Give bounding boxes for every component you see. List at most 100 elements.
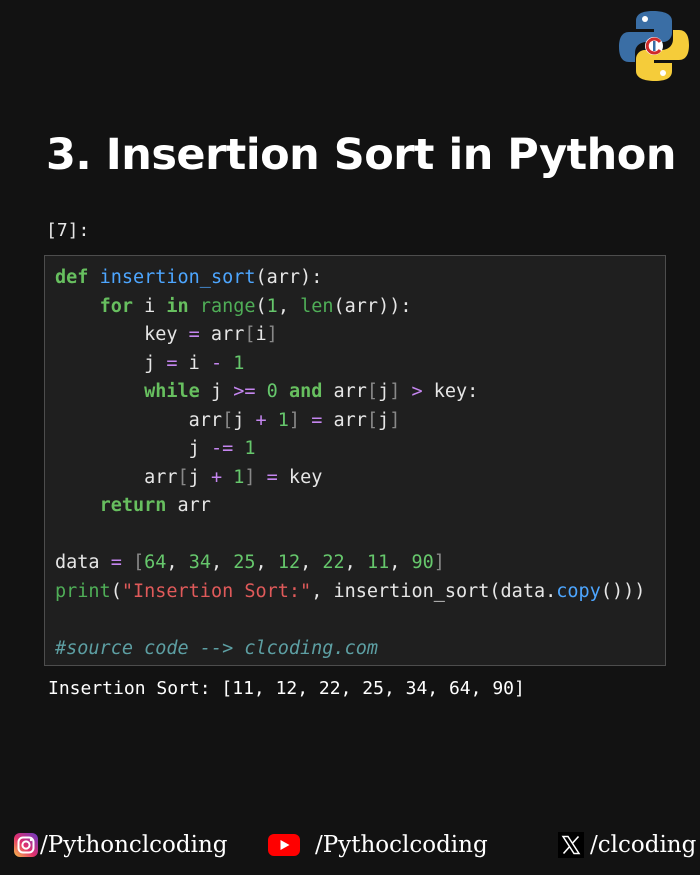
code-token: insertion_sort xyxy=(99,267,256,288)
code-token: = xyxy=(266,466,278,488)
code-token: , xyxy=(389,552,412,573)
code-token: [ xyxy=(222,409,234,431)
footer-x[interactable]: /clcoding xyxy=(558,830,696,860)
code-token: return xyxy=(99,495,167,516)
code-token: [ xyxy=(366,381,379,402)
x-handle: /clcoding xyxy=(590,832,697,858)
code-token: j xyxy=(199,381,234,402)
code-token: = xyxy=(166,352,178,374)
code-token: 1 xyxy=(277,409,289,431)
code-token: 1 xyxy=(244,438,256,459)
code-line: return arr xyxy=(55,492,645,521)
code-token: 0 xyxy=(266,381,278,402)
code-token: >= xyxy=(233,381,256,402)
code-token: j xyxy=(233,409,256,431)
code-token: data xyxy=(55,552,111,573)
code-line: arr[j + 1] = arr[j] xyxy=(55,407,645,436)
code-token: (arr)): xyxy=(333,295,412,317)
code-token: arr xyxy=(322,381,367,402)
instagram-handle: /Pythonclcoding xyxy=(40,832,228,858)
code-token: arr xyxy=(166,495,211,516)
code-token: ] xyxy=(389,409,401,431)
python-clcoding-logo-icon xyxy=(617,9,691,83)
code-token: i xyxy=(255,324,267,345)
code-token: , xyxy=(210,552,234,573)
code-token: i xyxy=(132,295,167,317)
code-token: in xyxy=(166,295,189,317)
code-token: j xyxy=(55,438,211,459)
code-token: i xyxy=(177,352,211,374)
page-title: 3. Insertion Sort in Python xyxy=(46,130,676,180)
instagram-icon xyxy=(14,833,38,857)
code-token: "Insertion Sort:" xyxy=(121,580,312,602)
code-token: + xyxy=(255,409,267,431)
code-token: ( xyxy=(110,580,122,602)
code-token: 1 xyxy=(233,352,245,374)
code-token: print xyxy=(55,580,111,602)
code-token: arr xyxy=(199,324,245,345)
code-line: for i in range(1, len(arr)): xyxy=(55,293,645,322)
code-block: def insertion_sort(arr): for i in range(… xyxy=(55,264,645,663)
code-line: key = arr[i] xyxy=(55,321,645,350)
code-token: ] xyxy=(288,409,301,431)
code-token: 34 xyxy=(188,552,211,573)
code-token: 1 xyxy=(266,295,278,317)
code-token: copy xyxy=(556,580,601,602)
code-token: = xyxy=(311,409,323,431)
code-token: , xyxy=(344,552,367,573)
code-token: [ xyxy=(366,409,379,431)
code-token: arr xyxy=(55,409,223,431)
code-line: data = [64, 34, 25, 12, 22, 11, 90] xyxy=(55,549,645,578)
code-token: + xyxy=(210,466,223,488)
code-token: key: xyxy=(422,381,479,402)
code-line: #source code --> clcoding.com xyxy=(55,635,645,664)
code-token: [ xyxy=(244,324,256,345)
code-token: ] xyxy=(389,381,401,402)
youtube-icon xyxy=(268,834,300,856)
code-line: while j >= 0 and arr[j] > key: xyxy=(55,378,645,407)
code-token: - xyxy=(210,352,223,374)
code-token: , insertion_sort(data. xyxy=(311,580,557,602)
code-token: while xyxy=(144,381,200,402)
code-token: ] xyxy=(433,552,445,573)
code-token: j xyxy=(378,381,390,402)
code-token: and xyxy=(288,381,323,402)
code-token: key xyxy=(277,466,323,488)
code-line: arr[j + 1] = key xyxy=(55,464,645,493)
code-token: 64 xyxy=(144,552,167,573)
code-token: arr xyxy=(55,466,178,488)
code-token: , xyxy=(277,295,301,317)
code-token: #source code --> clcoding.com xyxy=(55,637,379,659)
cell-output: Insertion Sort: [11, 12, 22, 25, 34, 64,… xyxy=(48,678,525,699)
code-token: 90 xyxy=(411,552,434,573)
code-token: key xyxy=(55,324,189,345)
code-token: = xyxy=(110,552,122,573)
code-token: j xyxy=(188,466,211,488)
code-token: def xyxy=(55,267,89,288)
code-token: > xyxy=(411,381,423,402)
code-line: print("Insertion Sort:", insertion_sort(… xyxy=(55,578,645,607)
footer-youtube[interactable]: /Pythoclcoding xyxy=(268,830,488,860)
code-token: = xyxy=(188,324,200,345)
code-token: for xyxy=(99,295,133,317)
code-token: ())) xyxy=(600,580,646,602)
code-token: [ xyxy=(132,552,145,573)
footer-instagram[interactable]: /Pythonclcoding xyxy=(14,830,228,860)
code-token: (arr): xyxy=(255,267,323,288)
code-cell[interactable]: def insertion_sort(arr): for i in range(… xyxy=(44,255,666,666)
code-line: j = i - 1 xyxy=(55,350,645,379)
code-token: , xyxy=(300,552,323,573)
code-token: [ xyxy=(177,466,189,488)
